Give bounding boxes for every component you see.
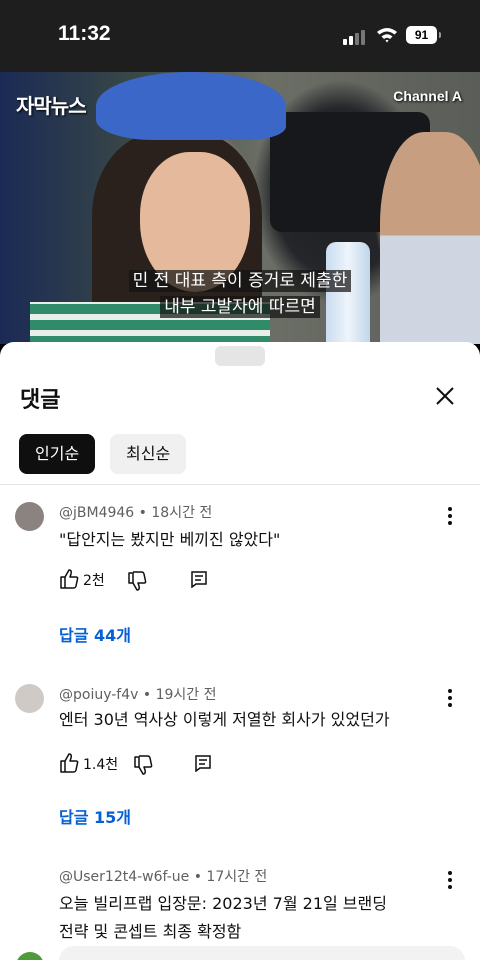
- comment-time: 19시간 전: [155, 687, 217, 703]
- meta-separator: •: [138, 505, 147, 521]
- dislike-icon[interactable]: [133, 754, 153, 776]
- comment-text: 엔터 30년 역사상 이렇게 저열한 회사가 있었던가: [59, 710, 390, 729]
- comments-title: 댓글: [20, 388, 61, 413]
- comment-meta: @jBM4946 • 18시간 전: [59, 502, 212, 522]
- meta-separator: •: [142, 687, 152, 703]
- comment-actions: 1.4천: [59, 752, 259, 776]
- comment-actions: 2천: [59, 568, 259, 592]
- dislike-icon[interactable]: [127, 570, 147, 592]
- like-icon[interactable]: [59, 568, 79, 590]
- add-comment-input[interactable]: [59, 946, 465, 960]
- like-count: 2천: [83, 573, 105, 589]
- comment-time: 18시간 전: [151, 505, 213, 521]
- video-player[interactable]: 자막뉴스 Channel A 민 전 대표 측이 증거로 제출한 내부 고발자에…: [0, 72, 480, 344]
- reply-icon[interactable]: [194, 754, 212, 772]
- status-time: 11:32: [58, 22, 111, 45]
- like-icon[interactable]: [59, 752, 79, 774]
- comment-author[interactable]: @jBM4946: [59, 505, 134, 521]
- news-logo: 자막뉴스: [16, 94, 87, 118]
- comment-meta: @poiuy-f4v • 19시간 전: [59, 684, 217, 704]
- drag-handle[interactable]: [215, 346, 265, 366]
- comment-text-line-1: 오늘 빌리프랩 입장문: 2023년 7월 21일 브랜딩: [59, 894, 387, 913]
- comment-meta: @User12t4-w6f-ue • 17시간 전: [59, 866, 267, 886]
- subtitle-text-1: 민 전 대표 측이 증거로 제출한: [128, 270, 352, 292]
- wifi-icon: [377, 28, 397, 43]
- comment-author[interactable]: @User12t4-w6f-ue: [59, 869, 189, 885]
- battery-indicator: 91: [406, 26, 441, 44]
- divider: [0, 484, 480, 485]
- close-icon[interactable]: [431, 382, 459, 410]
- avatar[interactable]: [15, 502, 44, 531]
- reply-icon[interactable]: [190, 570, 208, 588]
- avatar[interactable]: [15, 684, 44, 713]
- comment-text-line-2: 전략 및 콘셉트 최종 확정함: [59, 922, 242, 941]
- video-cap-shape: [96, 72, 286, 140]
- subtitle-text-2: 내부 고발자에 따르면: [160, 296, 320, 318]
- comment-time: 17시간 전: [206, 869, 268, 885]
- like-count: 1.4천: [83, 757, 119, 773]
- comment-author[interactable]: @poiuy-f4v: [59, 687, 138, 703]
- sort-tab-newest[interactable]: 최신순: [110, 434, 187, 474]
- subtitle-line-2: 내부 고발자에 따르면: [0, 294, 480, 320]
- cellular-signal-icon: [343, 29, 369, 45]
- comment-text: "답안지는 봤지만 베끼진 않았다": [59, 530, 281, 549]
- channel-logo: Channel A: [393, 88, 462, 104]
- meta-separator: •: [193, 869, 202, 885]
- replies-link[interactable]: 답글 44개: [59, 622, 131, 646]
- status-bar: 11:32 91: [0, 0, 480, 72]
- more-options-icon[interactable]: [440, 504, 460, 528]
- more-options-icon[interactable]: [440, 868, 460, 892]
- subtitle-line-1: 민 전 대표 측이 증거로 제출한: [0, 268, 480, 294]
- replies-link[interactable]: 답글 15개: [59, 804, 131, 828]
- user-avatar: [16, 952, 44, 960]
- comments-sheet: 댓글 인기순 최신순 @jBM4946 • 18시간 전 "답안지는 봤지만 베…: [0, 342, 480, 960]
- sort-tab-popular[interactable]: 인기순: [19, 434, 96, 474]
